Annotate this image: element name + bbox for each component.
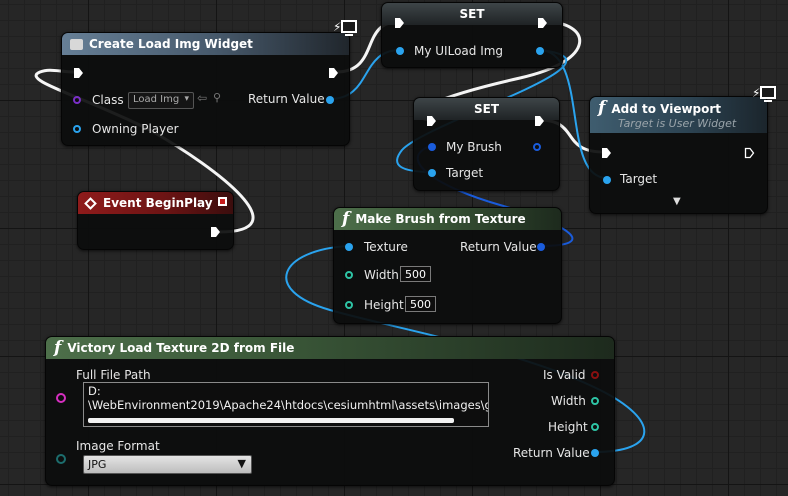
return-label: Return Value [513,446,590,460]
height-label: Height [364,298,404,312]
function-icon: f [342,208,350,229]
width-label: Width [364,268,399,282]
return-pin[interactable] [537,243,545,251]
exec-out-pin[interactable] [328,67,339,79]
set-myuiloadimg-node[interactable]: SET My UILoad Img [381,2,563,68]
create-widget-node[interactable]: Create Load Img Widget Class Load Img ▾ … [61,32,350,146]
return-label: Return Value [248,92,325,106]
dropdown-arrow-icon: ▼ [237,457,246,470]
isvalid-pin[interactable] [591,371,599,379]
output-pin[interactable] [536,47,544,55]
class-pin[interactable] [73,96,81,104]
return-label: Return Value [460,240,537,254]
widget-icon [70,38,83,50]
add-to-viewport-node[interactable]: f Add to Viewport Target is User Widget … [589,96,768,214]
event-icon [84,196,97,210]
var-label: My UILoad Img [414,44,504,58]
dropdown-arrow-icon: ▾ [184,94,189,104]
return-pin[interactable] [591,449,599,457]
brush-label: My Brush [446,140,502,154]
input-pin[interactable] [396,47,404,55]
function-icon: f [54,337,62,358]
viewport-header: f Add to Viewport Target is User Widget [590,97,767,133]
victory-load-texture-node[interactable]: f Victory Load Texture 2D from File Full… [45,336,615,486]
node-title: Victory Load Texture 2D from File [67,341,295,355]
delegate-pin[interactable] [218,197,227,206]
node-title: Create Load Img Widget [89,37,253,51]
node-title: SET [459,7,485,21]
node-title: Make Brush from Texture [355,212,526,226]
expand-arrow-icon[interactable]: ▼ [673,196,681,207]
create-widget-header: Create Load Img Widget [62,33,349,55]
exec-out-pin[interactable] [534,115,545,127]
texture-pin[interactable] [345,243,353,251]
event-beginplay-node[interactable]: Event BeginPlay [77,191,234,250]
width-out-pin[interactable] [591,397,599,405]
set-mybrush-node[interactable]: SET My Brush Target [413,97,560,191]
node-title: SET [473,102,500,116]
width-pin[interactable] [345,271,353,279]
brush-header: f Make Brush from Texture [334,208,561,230]
width-input[interactable]: 500 [400,266,431,282]
height-out-pin[interactable] [591,423,599,431]
class-select[interactable]: Load Img ▾ [128,92,194,109]
monitor-icon: ⚡ [752,84,778,108]
target-label: Target [446,166,484,180]
monitor-icon: ⚡ [333,18,359,42]
exec-in-pin[interactable] [394,17,405,29]
target-pin[interactable] [428,169,436,177]
exec-out-pin[interactable] [210,226,221,238]
horizontal-scrollbar[interactable] [88,418,454,423]
path-pin[interactable] [56,393,66,403]
class-label: Class [92,93,124,107]
set-header: SET [382,3,562,25]
return-pin[interactable] [326,96,334,104]
function-icon: f [598,98,606,118]
owning-player-pin[interactable] [73,125,81,133]
format-label: Image Format [76,439,160,453]
texture-label: Texture [364,240,408,254]
format-pin[interactable] [56,454,66,464]
format-select-value: JPG [88,458,107,471]
target-pin[interactable] [603,176,611,184]
format-select[interactable]: JPG ▼ [83,455,252,474]
height-pin[interactable] [345,301,353,309]
victory-header: f Victory Load Texture 2D from File [46,337,614,359]
exec-in-pin[interactable] [601,147,612,159]
owning-player-label: Owning Player [92,122,179,136]
path-label: Full File Path [76,368,151,382]
path-input-text: D: \WebEnvironment2019\Apache24\htdocs\c… [88,384,489,412]
width-out-label: Width [551,394,586,408]
exec-in-pin[interactable] [73,67,84,79]
node-subtitle: Target is User Widget [618,117,737,130]
height-input[interactable]: 500 [405,296,436,312]
exec-in-pin[interactable] [426,115,437,127]
browse-icon[interactable]: ⚲ [213,91,221,104]
class-select-value: Load Img [133,94,180,105]
event-header: Event BeginPlay [78,192,233,214]
isvalid-label: Is Valid [543,368,586,382]
exec-out-pin[interactable] [537,17,548,29]
make-brush-node[interactable]: f Make Brush from Texture Texture Return… [333,207,562,324]
node-title: Event BeginPlay [103,196,213,210]
brush-in-pin[interactable] [428,143,436,151]
brush-out-pin[interactable] [533,143,541,151]
path-input[interactable]: D: \WebEnvironment2019\Apache24\htdocs\c… [83,382,489,427]
height-out-label: Height [548,420,588,434]
exec-out-pin[interactable] [744,147,755,159]
target-label: Target [620,172,658,186]
use-selected-icon[interactable]: ⇦ [197,91,207,105]
node-title: Add to Viewport [611,101,722,116]
